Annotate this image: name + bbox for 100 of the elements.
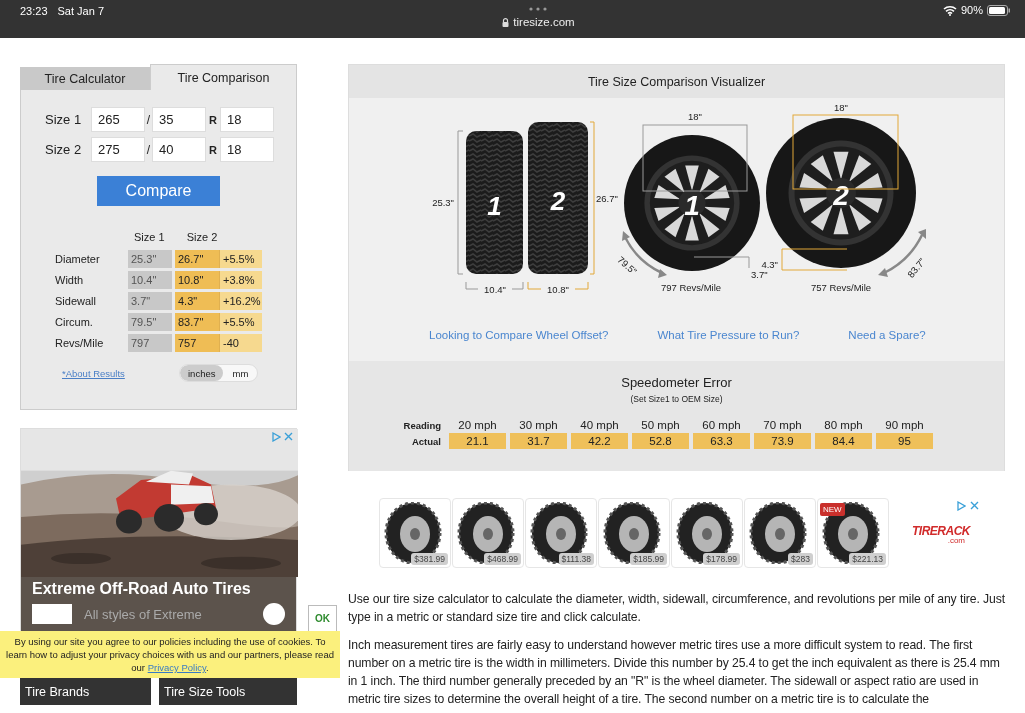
lock-icon	[502, 17, 510, 27]
product-card[interactable]: $468.99	[452, 498, 524, 568]
actual-cell: 52.8	[632, 433, 689, 449]
reading-cell-text: 80 mph	[823, 419, 864, 431]
ad-choices-icon[interactable]	[272, 432, 281, 442]
ok-button[interactable]: OK	[308, 605, 337, 632]
table-cell: +3.8%	[219, 271, 262, 289]
product-card[interactable]: $185.99	[598, 498, 670, 568]
aspect-field[interactable]: 35	[152, 107, 206, 132]
table-cell: -40	[219, 334, 262, 352]
table-cell: 83.7"	[175, 313, 219, 331]
column-header: Size 1	[134, 231, 166, 245]
table-cell: 26.7"	[175, 250, 219, 268]
visualizer-title: Tire Size Comparison Visualizer	[349, 65, 1004, 98]
price-tag: $185.99	[630, 553, 667, 565]
close-icon[interactable]	[970, 501, 979, 510]
dimension-line	[693, 256, 750, 269]
compare-button[interactable]: Compare	[97, 176, 220, 206]
table-cell: 10.4"	[128, 271, 172, 289]
product-card[interactable]: NEW $221.13	[817, 498, 889, 568]
url-text[interactable]: tiresize.com	[513, 16, 575, 28]
speedometer-subtitle: (Set Size1 to OEM Size)	[629, 394, 724, 404]
reading-cell-text: 70 mph	[762, 419, 803, 431]
actual-cell: 63.3	[693, 433, 750, 449]
row-label: Diameter	[55, 252, 101, 267]
price-tag: $178.99	[703, 553, 740, 565]
wheel-number: 2	[833, 180, 849, 211]
table-cell: +5.5%	[219, 250, 262, 268]
rim-label: 18"	[834, 102, 848, 113]
nav-button[interactable]: Tire Size Tools	[159, 678, 297, 705]
rim-label: 18"	[688, 111, 702, 122]
table-cell: 757	[175, 334, 219, 352]
unit-option[interactable]: inches	[180, 365, 224, 381]
reading-cell-text: 60 mph	[701, 419, 742, 431]
about-results-link[interactable]: *About Results	[62, 367, 179, 379]
tire-number: 2	[550, 186, 566, 216]
aspect-field[interactable]: 40	[152, 137, 206, 162]
row-label: Width	[55, 273, 85, 288]
clock-time: 23:23	[20, 5, 48, 17]
close-icon[interactable]	[284, 432, 293, 441]
product-card[interactable]: $381.99	[379, 498, 451, 568]
table-cell: 3.7"	[128, 292, 172, 310]
cookie-notice: By using our site you agree to our policies including the use of cookies. To learn how to adjust your privacy choices with us and our partners, please read our Privacy Policy.	[5, 635, 335, 674]
table-cell: +16.2%	[219, 292, 262, 310]
table-cell: 10.8"	[175, 271, 219, 289]
dimension-label: 25.3"	[432, 197, 454, 208]
body-paragraph: Use our tire size calculator to calculate the diameter, width, sidewall, circumference, and revolutions per mile of any tire. Just type in a metric or standard size tire and click calculate.	[348, 591, 1005, 626]
wifi-icon	[942, 4, 957, 16]
product-card[interactable]: $283	[744, 498, 816, 568]
speedometer-title: Speedometer Error	[620, 375, 733, 390]
ad-title: Extreme Off-Road Auto Tires	[32, 580, 252, 598]
more-icon[interactable]	[529, 7, 548, 11]
row-label: Revs/Mile	[55, 336, 105, 351]
table-cell: 797	[128, 334, 172, 352]
slash-separator: /	[145, 112, 152, 127]
table-cell: 4.3"	[175, 292, 219, 310]
width-field[interactable]: 265	[91, 107, 145, 132]
tab[interactable]: Tire Calculator	[20, 67, 150, 90]
revs-label: 797 Revs/Mile	[660, 282, 722, 293]
nav-button[interactable]: Tire Brands	[20, 678, 151, 705]
new-badge: NEW	[820, 503, 845, 516]
table-cell: 79.5"	[128, 313, 172, 331]
tab[interactable]: Tire Comparison	[150, 64, 297, 90]
rim-prefix: R	[208, 143, 218, 156]
rim-field[interactable]: 18	[220, 107, 274, 132]
column-header: Size 2	[185, 231, 219, 245]
tire-number: 1	[487, 190, 502, 221]
actual-cell: 95	[876, 433, 933, 449]
circumference-label: 79.5"	[615, 254, 640, 277]
product-card[interactable]: $178.99	[671, 498, 743, 568]
info-link[interactable]: Need a Spare?	[848, 328, 926, 341]
sidewall-label: 4.3"	[761, 259, 778, 270]
actual-cell: 42.2	[571, 433, 628, 449]
unit-option[interactable]: mm	[223, 365, 258, 381]
width-field[interactable]: 275	[91, 137, 145, 162]
date: Sat Jan 7	[57, 5, 104, 17]
actual-cell: 31.7	[510, 433, 567, 449]
rim-field[interactable]: 18	[220, 137, 274, 162]
price-tag: $111.38	[558, 553, 594, 565]
rim-prefix: R	[208, 113, 218, 126]
ad-choices-icon[interactable]	[957, 501, 966, 511]
price-tag: $283	[788, 553, 813, 565]
price-tag: $381.99	[411, 553, 448, 565]
battery-percent: 90%	[960, 4, 983, 16]
product-card[interactable]: $111.38	[525, 498, 597, 568]
dimension-label: 10.8"	[547, 284, 569, 295]
row-label: Actual	[410, 434, 442, 449]
ad-action-circle[interactable]	[263, 603, 285, 625]
actual-cell: 73.9	[754, 433, 811, 449]
revs-label: 757 Revs/Mile	[810, 282, 872, 293]
price-tag: $221.13	[849, 553, 886, 565]
reading-cell-text: 40 mph	[579, 419, 620, 431]
reading-cell-text: 20 mph	[457, 419, 498, 431]
brand-logo[interactable]: TIRERACK .com	[912, 525, 970, 545]
dimension-line	[781, 248, 848, 271]
ad-logo-box	[32, 604, 72, 624]
row-label: Sidewall	[55, 294, 97, 309]
info-link[interactable]: Looking to Compare Wheel Offset?	[429, 328, 609, 341]
ad-subtitle: All styles of Extreme	[84, 606, 203, 622]
body-paragraph: Inch measurement tires are fairly easy to understand however metric tires use a more difficult system to read. The first number on a metric tire is the width in millimeters. Divide this number by 25.4 to get the inch equivalent as there is 25.4 mm in 1 inch. The third number generally preceded by an "R" is the wheel diameter. The sidewall or aspect ratio are used in metric tire sizes to determine the overall height of a tire. The second number on a metric tire is to calculate the	[348, 637, 1001, 708]
